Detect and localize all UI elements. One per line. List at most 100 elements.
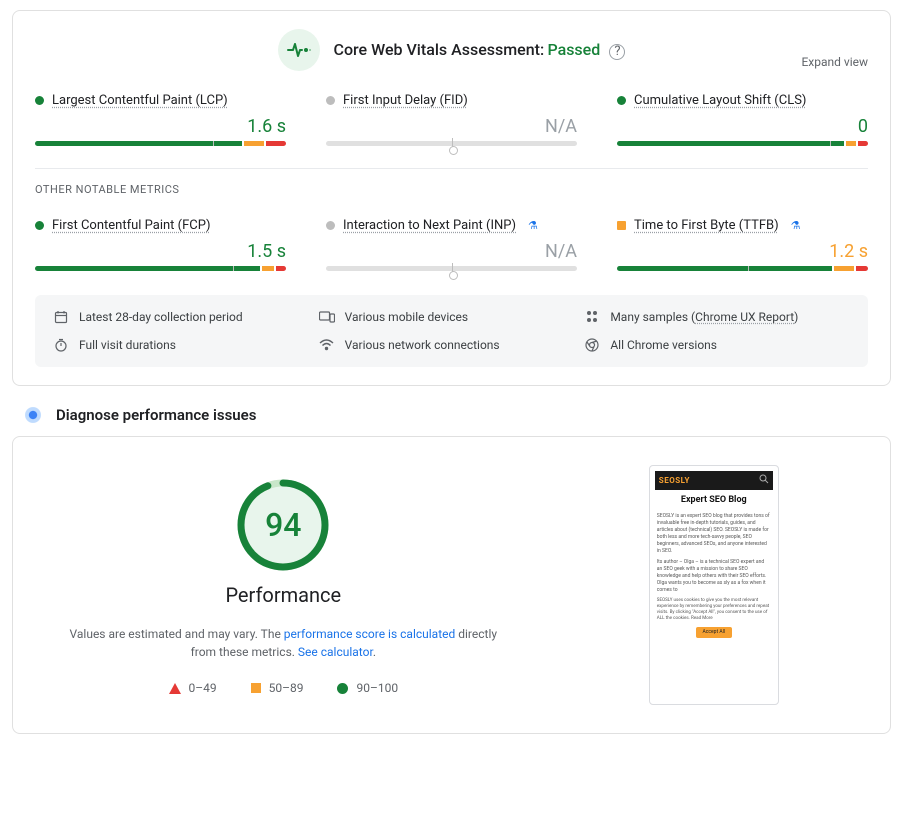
metric: Interaction to Next Paint (INP) ⚗ N/A [326,218,577,271]
diagnose-header: Diagnose performance issues [24,406,879,424]
divider [35,168,868,169]
info-item: Latest 28-day collection period [53,309,319,325]
other-metrics-label: OTHER NOTABLE METRICS [35,183,868,196]
info-text: Various mobile devices [345,310,468,324]
chrome-icon [584,337,600,353]
wifi-icon [319,337,335,353]
cwv-status: Passed [547,40,600,59]
help-icon[interactable]: ? [609,44,625,60]
metric-bar [35,266,286,271]
info-text: Full visit durations [79,338,176,352]
metric-name[interactable]: First Contentful Paint (FCP) [52,218,211,233]
metric-name[interactable]: Cumulative Layout Shift (CLS) [634,93,806,108]
metric-name[interactable]: Largest Contentful Paint (LCP) [52,93,228,108]
metric-header: Largest Contentful Paint (LCP) [35,93,286,108]
metric-header: Cumulative Layout Shift (CLS) [617,93,868,108]
legend-label: 50–89 [269,681,304,695]
timer-icon [53,337,69,353]
info-box: Latest 28-day collection period Various m… [35,295,868,367]
metric-bar [617,141,868,146]
status-dot [326,221,335,230]
metric-bar [326,266,577,271]
status-dot [617,221,626,230]
preview-logo: SEOSLY [659,475,690,486]
metric-bar [35,141,286,146]
metric-value: N/A [326,241,577,262]
metric: Largest Contentful Paint (LCP) 1.6 s [35,93,286,146]
preview-header: SEOSLY [655,471,773,490]
flask-icon: ⚗ [528,219,538,232]
metric-value: N/A [326,116,577,137]
status-dot [326,96,335,105]
devices-icon [319,309,335,325]
preview-column: SEOSLY Expert SEO Blog SEOSLY is an expe… [566,465,862,705]
metric-name[interactable]: Time to First Byte (TTFB) [634,218,779,233]
calc-link-2[interactable]: See calculator [298,645,373,659]
info-item: Full visit durations [53,337,319,353]
flask-icon: ⚗ [791,219,801,232]
metric-value: 1.5 s [35,241,286,262]
info-text: Many samples (Chrome UX Report) [610,310,798,324]
metric-header: Time to First Byte (TTFB) ⚗ [617,218,868,233]
metric-name[interactable]: First Input Delay (FID) [343,93,468,108]
metric-header: First Contentful Paint (FCP) [35,218,286,233]
metric: Cumulative Layout Shift (CLS) 0 [617,93,868,146]
legend-label: 0–49 [189,681,217,695]
metric: First Input Delay (FID) N/A [326,93,577,146]
info-text: All Chrome versions [610,338,717,352]
preview-text-1: SEOSLY is an expert SEO blog that provid… [657,513,771,555]
vitals-icon [278,29,320,71]
cwv-title: Core Web Vitals Assessment: [334,40,545,59]
preview-text-3: SEOSLY uses cookies to give you the most… [657,598,771,623]
legend-shape [251,683,261,693]
samples-icon [584,309,600,325]
info-item: All Chrome versions [584,337,850,353]
preview-title: Expert SEO Blog [655,494,773,507]
metric: Time to First Byte (TTFB) ⚗ 1.2 s [617,218,868,271]
status-dot [617,96,626,105]
metric-bar [617,266,868,271]
preview-accept-button: Accept All [696,627,732,638]
legend-shape [337,683,348,694]
search-icon [759,474,769,487]
legend-item: 0–49 [169,681,217,695]
metric: First Contentful Paint (FCP) 1.5 s [35,218,286,271]
metric-header: Interaction to Next Paint (INP) ⚗ [326,218,577,233]
metric-header: First Input Delay (FID) [326,93,577,108]
performance-gauge: 94 [233,475,333,575]
info-item: Various network connections [319,337,585,353]
preview-text-2: Its author – Olga – is a technical SEO e… [657,559,771,594]
info-text: Various network connections [345,338,500,352]
metric-value: 0 [617,116,868,137]
score-legend: 0–49 50–89 90–100 [61,681,506,695]
page-preview: SEOSLY Expert SEO Blog SEOSLY is an expe… [649,465,779,705]
performance-description: Values are estimated and may vary. The p… [61,625,506,661]
performance-card: 94 Performance Values are estimated and … [12,436,891,734]
performance-label: Performance [61,583,506,607]
core-metrics-row: Largest Contentful Paint (LCP) 1.6 s First… [35,93,868,146]
performance-column: 94 Performance Values are estimated and … [41,465,526,705]
performance-score: 94 [233,475,333,575]
expand-view-link[interactable]: Expand view [801,55,868,69]
metric-value: 1.2 s [617,241,868,262]
status-dot [35,221,44,230]
diagnose-title: Diagnose performance issues [56,406,256,424]
info-link[interactable]: Chrome UX Report [695,310,794,324]
status-dot [35,96,44,105]
metric-name[interactable]: Interaction to Next Paint (INP) [343,218,516,233]
calc-link-1[interactable]: performance score is calculated [284,627,455,641]
calendar-icon [53,309,69,325]
info-text: Latest 28-day collection period [79,310,243,324]
metric-bar [326,141,577,146]
other-metrics-row: First Contentful Paint (FCP) 1.5 s Interac… [35,218,868,271]
legend-shape [169,683,181,694]
target-icon [24,406,42,424]
info-item: Various mobile devices [319,309,585,325]
metric-value: 1.6 s [35,116,286,137]
legend-label: 90–100 [356,681,398,695]
legend-item: 50–89 [251,681,304,695]
cwv-card: Core Web Vitals Assessment: Passed ? Exp… [12,10,891,386]
cwv-header: Core Web Vitals Assessment: Passed ? Exp… [35,29,868,71]
info-item: Many samples (Chrome UX Report) [584,309,850,325]
legend-item: 90–100 [337,681,398,695]
